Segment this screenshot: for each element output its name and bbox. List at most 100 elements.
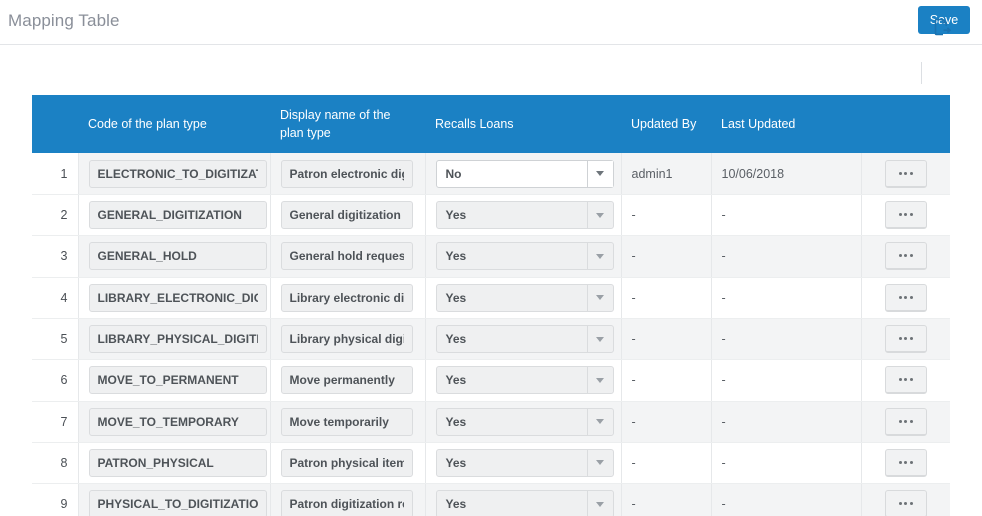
cell-updated-by: - <box>621 484 711 516</box>
recalls-loans-value: Yes <box>437 243 587 269</box>
row-actions-button[interactable] <box>885 408 927 436</box>
display-name-input[interactable] <box>281 490 413 516</box>
last-updated-value: - <box>722 456 726 470</box>
row-actions-button[interactable] <box>885 325 927 353</box>
last-updated-value: - <box>722 291 726 305</box>
col-header-actions <box>861 95 950 153</box>
cell-display-name <box>270 277 425 318</box>
display-name-input[interactable] <box>281 408 413 436</box>
cell-updated-by: - <box>621 236 711 277</box>
code-input[interactable] <box>89 366 267 394</box>
display-name-input[interactable] <box>281 160 413 188</box>
display-name-input[interactable] <box>281 366 413 394</box>
display-name-input[interactable] <box>281 449 413 477</box>
row-number: 3 <box>32 236 78 277</box>
cell-updated-by: - <box>621 277 711 318</box>
code-input[interactable] <box>89 284 267 312</box>
table-header-row: Code of the plan type Display name of th… <box>32 95 950 153</box>
updated-by-value: - <box>632 332 636 346</box>
chevron-down-icon[interactable] <box>587 450 613 476</box>
cell-recalls-loans: Yes <box>425 360 621 401</box>
recalls-loans-select[interactable]: Yes <box>436 490 614 516</box>
cell-actions <box>861 195 950 236</box>
updated-by-value: admin1 <box>632 167 673 181</box>
row-number: 4 <box>32 277 78 318</box>
recalls-loans-value: Yes <box>437 285 587 311</box>
last-updated-value: - <box>722 208 726 222</box>
cell-display-name <box>270 195 425 236</box>
chevron-down-icon[interactable] <box>587 367 613 393</box>
table-row: 6Yes-- <box>32 360 950 401</box>
row-actions-button[interactable] <box>885 242 927 270</box>
recalls-loans-select[interactable]: Yes <box>436 201 614 229</box>
cell-code <box>78 153 270 194</box>
updated-by-value: - <box>632 497 636 511</box>
last-updated-value: 10/06/2018 <box>722 167 785 181</box>
recalls-loans-select[interactable]: Yes <box>436 242 614 270</box>
cell-recalls-loans: No <box>425 153 621 194</box>
col-header-updated-by: Updated By <box>621 95 711 153</box>
recalls-loans-select[interactable]: Yes <box>436 408 614 436</box>
cell-code <box>78 195 270 236</box>
table-toolbar <box>0 45 982 90</box>
cell-actions <box>861 442 950 483</box>
app-header: Mapping Table Save <box>0 0 982 45</box>
display-name-input[interactable] <box>281 284 413 312</box>
updated-by-value: - <box>632 291 636 305</box>
col-header-recalls-loans: Recalls Loans <box>425 95 621 153</box>
mapping-table: Code of the plan type Display name of th… <box>32 95 950 516</box>
recalls-loans-select[interactable]: Yes <box>436 284 614 312</box>
cell-code <box>78 318 270 359</box>
recalls-loans-select[interactable]: Yes <box>436 325 614 353</box>
chevron-down-icon[interactable] <box>587 285 613 311</box>
cell-actions <box>861 360 950 401</box>
display-name-input[interactable] <box>281 201 413 229</box>
recalls-loans-select[interactable]: Yes <box>436 449 614 477</box>
row-actions-button[interactable] <box>885 284 927 312</box>
col-header-last-updated: Last Updated <box>711 95 861 153</box>
code-input[interactable] <box>89 201 267 229</box>
export-file-icon[interactable] <box>932 17 952 37</box>
code-input[interactable] <box>89 490 267 516</box>
table-row: 9Yes-- <box>32 484 950 516</box>
row-actions-button[interactable] <box>885 201 927 229</box>
chevron-down-icon[interactable] <box>587 161 613 187</box>
row-actions-button[interactable] <box>885 366 927 394</box>
chevron-down-icon[interactable] <box>587 202 613 228</box>
code-input[interactable] <box>89 160 267 188</box>
cell-updated-by: - <box>621 442 711 483</box>
chevron-down-icon[interactable] <box>587 491 613 516</box>
recalls-loans-select[interactable]: Yes <box>436 366 614 394</box>
chevron-down-icon[interactable] <box>587 409 613 435</box>
cell-recalls-loans: Yes <box>425 442 621 483</box>
row-actions-button[interactable] <box>885 490 927 516</box>
cell-updated-by: - <box>621 195 711 236</box>
display-name-input[interactable] <box>281 325 413 353</box>
code-input[interactable] <box>89 325 267 353</box>
cell-last-updated: - <box>711 318 861 359</box>
cell-last-updated: - <box>711 195 861 236</box>
code-input[interactable] <box>89 449 267 477</box>
table-row: 1Noadmin110/06/2018 <box>32 153 950 194</box>
code-input[interactable] <box>89 408 267 436</box>
chevron-down-icon[interactable] <box>587 326 613 352</box>
cell-last-updated: - <box>711 236 861 277</box>
chevron-down-icon[interactable] <box>587 243 613 269</box>
updated-by-value: - <box>632 373 636 387</box>
cell-updated-by: admin1 <box>621 153 711 194</box>
cell-actions <box>861 277 950 318</box>
cell-display-name <box>270 236 425 277</box>
display-name-input[interactable] <box>281 242 413 270</box>
cell-last-updated: - <box>711 360 861 401</box>
row-actions-button[interactable] <box>885 449 927 477</box>
cell-display-name <box>270 442 425 483</box>
code-input[interactable] <box>89 242 267 270</box>
cell-code <box>78 360 270 401</box>
recalls-loans-value: No <box>437 161 587 187</box>
cell-recalls-loans: Yes <box>425 195 621 236</box>
col-header-display-name: Display name of the plan type <box>270 95 425 153</box>
row-number: 9 <box>32 484 78 516</box>
row-actions-button[interactable] <box>885 160 927 188</box>
recalls-loans-value: Yes <box>437 326 587 352</box>
recalls-loans-select[interactable]: No <box>436 160 614 188</box>
